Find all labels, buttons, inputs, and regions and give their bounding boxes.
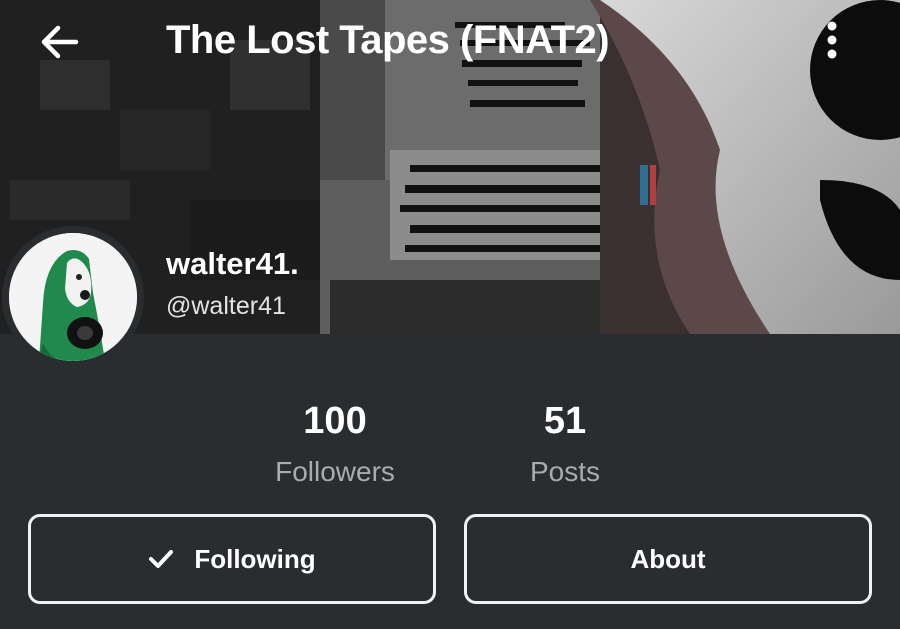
about-button[interactable]: About — [464, 514, 872, 604]
avatar-image — [9, 233, 137, 361]
posts-label: Posts — [529, 456, 601, 487]
arrow-left-icon — [41, 25, 79, 59]
followers-count: 100 — [303, 400, 367, 442]
more-options-button[interactable] — [826, 20, 866, 66]
more-vertical-icon — [827, 21, 837, 59]
avatar[interactable] — [2, 226, 144, 368]
following-button-label: Following — [194, 543, 316, 574]
posts-count: 51 — [543, 400, 587, 442]
posts-stat[interactable]: 51 Posts — [496, 399, 634, 489]
back-button[interactable] — [38, 20, 90, 66]
followers-stat[interactable]: 100 Followers — [246, 399, 424, 489]
page-title: The Lost Tapes (FNAT2) — [166, 18, 610, 62]
username: @walter41 — [166, 292, 286, 320]
check-icon — [149, 550, 174, 568]
display-name: walter41. — [166, 246, 299, 281]
top-app-bar: The Lost Tapes (FNAT2) — [0, 0, 900, 90]
followers-label: Followers — [275, 456, 395, 487]
following-button[interactable]: Following — [28, 514, 436, 604]
about-button-label: About — [630, 543, 706, 574]
